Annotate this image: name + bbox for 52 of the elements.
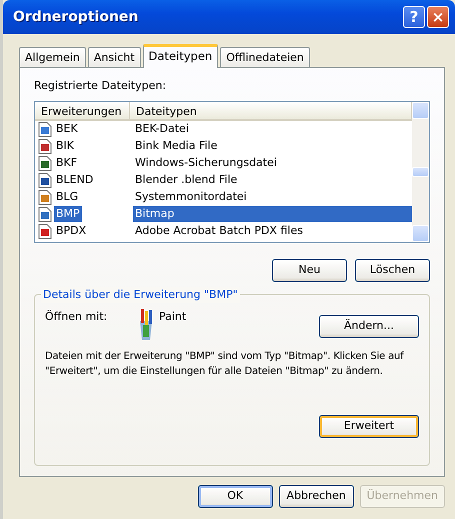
- scrollbar[interactable]: [412, 102, 429, 242]
- file-type-text: Adobe Acrobat Batch PDX files: [134, 224, 304, 237]
- tab[interactable]: Allgemein: [19, 47, 86, 67]
- file-icon: [38, 122, 52, 136]
- file-type-text: Blender .blend File: [134, 172, 238, 186]
- program-name: Paint: [159, 308, 188, 324]
- list-row[interactable]: BKF Windows-Sicherungsdatei: [35, 154, 412, 172]
- extension-text: BEK: [55, 120, 79, 137]
- file-icon: [38, 156, 52, 170]
- file-icon: [38, 172, 52, 188]
- close-button[interactable]: ×: [427, 6, 449, 28]
- group-title: Details über die Erweiterung "BMP": [41, 286, 240, 303]
- file-type-text: Systemmonitordatei: [134, 190, 248, 203]
- dialog-button[interactable]: Abbrechen: [278, 485, 354, 508]
- tab[interactable]: Ansicht: [88, 47, 141, 67]
- list-row[interactable]: BLG Systemmonitordatei: [35, 188, 412, 206]
- advanced-button[interactable]: Erweitert: [319, 414, 419, 438]
- scroll-up-button[interactable]: [412, 102, 429, 118]
- help-button[interactable]: ?: [403, 6, 425, 28]
- extension-text: BLEND: [55, 172, 94, 188]
- file-icon: [38, 224, 52, 238]
- extension-text: BIK: [55, 138, 76, 154]
- dialog-button[interactable]: OK: [198, 485, 273, 508]
- action-button[interactable]: Neu: [272, 258, 347, 282]
- scroll-down-button[interactable]: [412, 224, 429, 242]
- description-text: Dateien mit der Erweiterung "BMP" sind vom Typ "Bitmap". Klicken Sie auf "Erweitert", um die Einstellungen für alle Dateien "Bitmap" zu ändern.: [45, 350, 405, 378]
- list-label: Registrierte Dateitypen:: [34, 78, 168, 94]
- extension-text: BPDX: [55, 222, 88, 239]
- list-row[interactable]: BEK BEK-Datei: [35, 120, 412, 138]
- change-button[interactable]: Ändern...: [319, 314, 419, 338]
- window-title: Ordneroptionen: [13, 8, 140, 26]
- tab[interactable]: Offlinedateien: [220, 47, 310, 67]
- file-type-text: Bink Media File: [134, 138, 218, 152]
- list-row[interactable]: BLEND Blender .blend File: [35, 172, 412, 188]
- open-with-label: Öffnen mit:: [45, 308, 108, 324]
- file-type-text: BEK-Datei: [134, 122, 190, 135]
- column-header[interactable]: Erweiterungen: [35, 102, 130, 118]
- file-icon: [38, 206, 52, 222]
- list-row[interactable]: BIK Bink Media File: [35, 138, 412, 154]
- file-type-text: Bitmap: [133, 206, 412, 222]
- list-row[interactable]: BPDX Adobe Acrobat Batch PDX files: [35, 222, 412, 240]
- file-icon: [38, 190, 52, 204]
- list-row[interactable]: BMP Bitmap: [35, 206, 412, 222]
- file-icon: [38, 138, 52, 154]
- extension-text: BKF: [55, 154, 78, 171]
- extension-text: BMP: [54, 206, 82, 222]
- file-type-text: Windows-Sicherungsdatei: [134, 156, 278, 169]
- paint-brushes-icon: [137, 308, 155, 340]
- extension-text: BLG: [55, 188, 80, 205]
- scroll-thumb[interactable]: [412, 166, 429, 176]
- tab[interactable]: Dateitypen: [142, 44, 218, 68]
- action-button[interactable]: Löschen: [355, 258, 430, 282]
